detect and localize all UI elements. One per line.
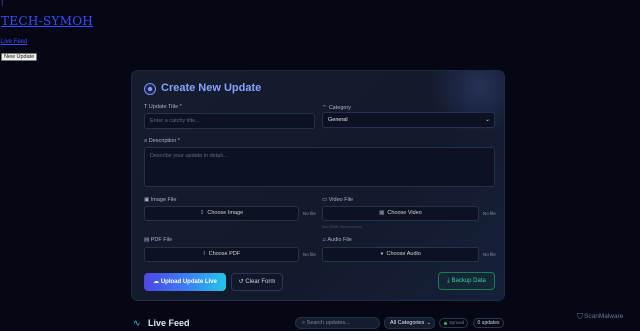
cloud-upload-icon: ☁	[153, 279, 161, 285]
choose-image-button[interactable]: ⇪ Choose Image	[144, 206, 299, 221]
video-icon: ▭	[322, 197, 329, 203]
new-update-button[interactable]: New Update	[1, 53, 38, 61]
live-feed-link[interactable]: Live Feed	[1, 39, 27, 45]
pdf-label: ▤ PDF File	[144, 237, 173, 243]
create-update-card: Create New Update T Update Title * Enter…	[131, 70, 505, 301]
brand-watermark: ⛉ScanMalware	[577, 312, 624, 321]
status-dot-icon	[444, 321, 447, 325]
document-icon: ▤	[144, 237, 151, 243]
menu-icon[interactable]: ⁝	[1, 0, 4, 8]
card-title: Create New Update	[161, 82, 262, 94]
video-label: ▭ Video File	[322, 197, 354, 203]
microphone-icon: ●	[380, 251, 384, 257]
choose-audio-button[interactable]: ● Choose Audio	[322, 247, 479, 262]
category-select[interactable]: General ⌄	[322, 112, 495, 128]
tag-icon: ⌔	[322, 105, 329, 111]
video-size-hint: Max 50MB recommended	[322, 225, 363, 229]
film-icon: ▦	[379, 210, 385, 216]
backup-data-button[interactable]: ⤓ Backup Data	[438, 272, 495, 290]
category-filter-select[interactable]: All Categories ⌄	[384, 317, 435, 329]
image-label: ▣ Image File	[144, 197, 177, 203]
description-label: ≡ Description *	[144, 138, 180, 144]
shield-icon: ⛉	[577, 312, 583, 321]
update-count-badge: 0 updates	[473, 318, 504, 328]
chevron-down-icon: ⌄	[484, 117, 490, 123]
audio-file-status: No file	[483, 252, 496, 257]
upload-icon: ⇪	[199, 210, 205, 216]
title-input[interactable]: Enter a catchy title...	[144, 113, 315, 129]
paperclip-icon: ⌇	[202, 251, 206, 257]
video-file-status: No file	[483, 211, 496, 216]
feed-title: Live Feed	[148, 318, 190, 328]
plus-circle-icon	[144, 83, 156, 95]
image-file-status: No file	[303, 211, 316, 216]
category-label: ⌔ Category	[322, 105, 352, 111]
choose-video-button[interactable]: ▦ Choose Video	[322, 206, 479, 221]
sync-status-badge: Synced	[439, 318, 468, 328]
description-textarea[interactable]: Describe your update in detail...	[144, 147, 495, 187]
clear-form-button[interactable]: ↺ Clear Form	[231, 273, 283, 291]
pdf-file-status: No file	[303, 252, 316, 257]
title-label: T Update Title *	[144, 104, 182, 110]
activity-icon: ∿	[133, 318, 141, 328]
site-title-link[interactable]: TECH-SYMOH	[1, 14, 93, 28]
audio-label: ♫ Audio File	[322, 237, 352, 243]
upload-update-button[interactable]: ☁ Upload Update Live	[144, 273, 226, 291]
chevron-down-icon: ⌄	[426, 320, 431, 326]
search-input[interactable]: ⌕ Search updates...	[295, 317, 380, 329]
choose-pdf-button[interactable]: ⌇ Choose PDF	[144, 247, 299, 262]
image-icon: ▣	[144, 197, 151, 203]
